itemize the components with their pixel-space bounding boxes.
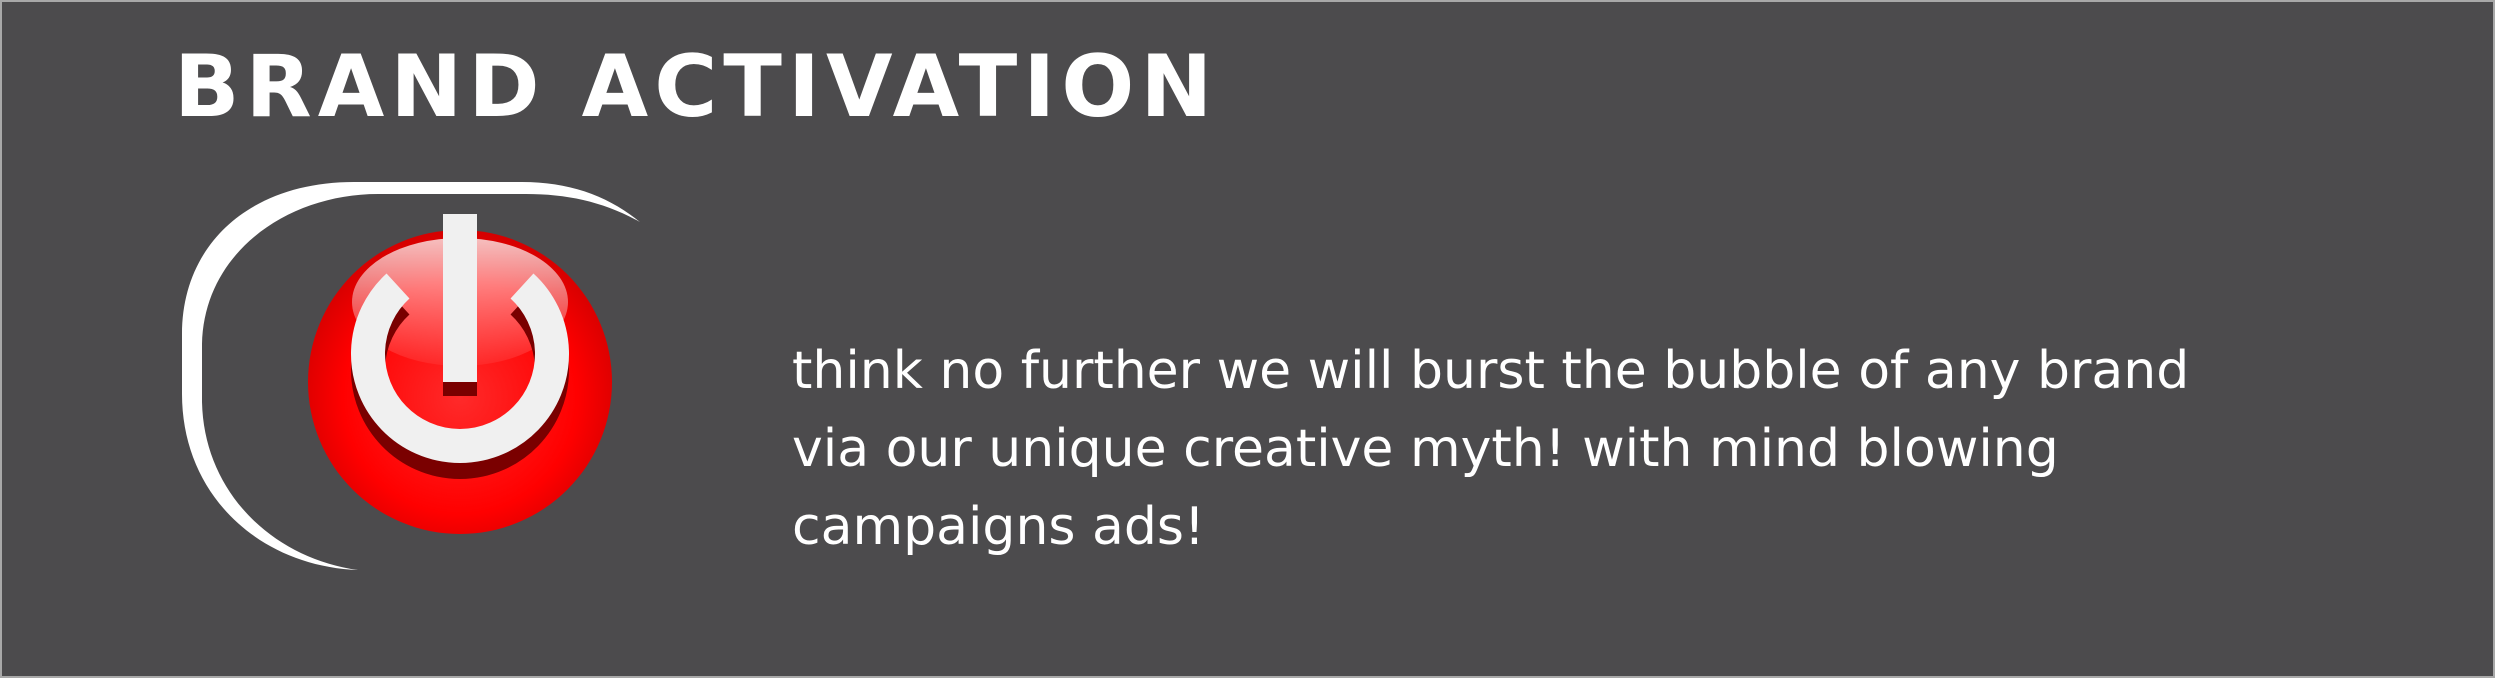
page-title: BRAND ACTIVATION — [174, 37, 1219, 137]
power-button-graphic — [182, 182, 640, 570]
tagline-text: think no further we will burst the bubbl… — [792, 341, 2190, 557]
brand-activation-banner: BRAND ACTIVATION think no further we wil… — [0, 0, 2495, 678]
